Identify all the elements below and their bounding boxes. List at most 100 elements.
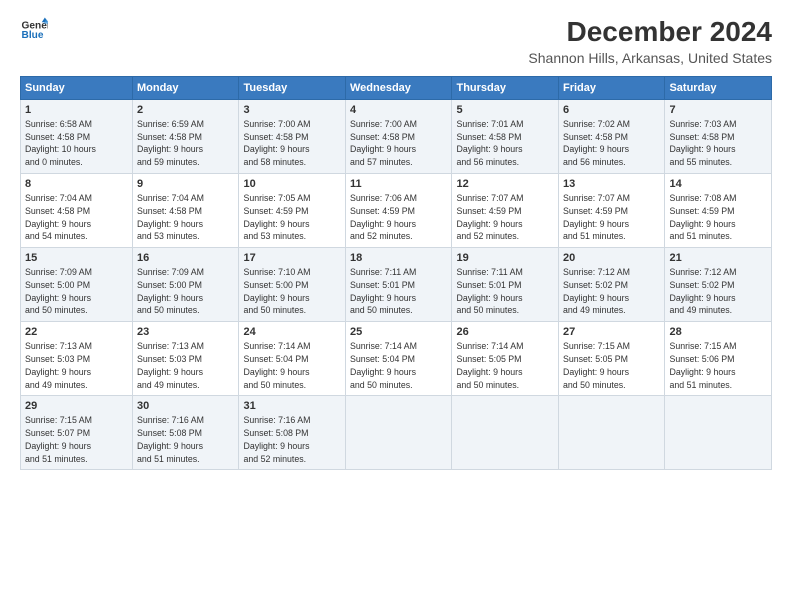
day-cell: 15Sunrise: 7:09 AMSunset: 5:00 PMDayligh… <box>21 248 133 322</box>
header-row: Sunday Monday Tuesday Wednesday Thursday… <box>21 77 772 100</box>
day-cell: 3Sunrise: 7:00 AMSunset: 4:58 PMDaylight… <box>239 100 346 174</box>
day-number: 14 <box>669 177 767 192</box>
day-cell: 28Sunrise: 7:15 AMSunset: 5:06 PMDayligh… <box>665 322 772 396</box>
day-info: Sunrise: 7:15 AMSunset: 5:06 PMDaylight:… <box>669 341 736 389</box>
day-info: Sunrise: 7:09 AMSunset: 5:00 PMDaylight:… <box>137 267 204 315</box>
day-number: 18 <box>350 251 448 266</box>
svg-text:Blue: Blue <box>22 30 44 41</box>
day-number: 7 <box>669 103 767 118</box>
day-cell: 4Sunrise: 7:00 AMSunset: 4:58 PMDaylight… <box>345 100 452 174</box>
day-number: 25 <box>350 325 448 340</box>
day-cell: 13Sunrise: 7:07 AMSunset: 4:59 PMDayligh… <box>558 174 665 248</box>
col-saturday: Saturday <box>665 77 772 100</box>
col-tuesday: Tuesday <box>239 77 346 100</box>
day-cell <box>345 396 452 470</box>
day-info: Sunrise: 7:07 AMSunset: 4:59 PMDaylight:… <box>563 193 630 241</box>
day-number: 3 <box>243 103 341 118</box>
title-block: December 2024 Shannon Hills, Arkansas, U… <box>528 16 772 66</box>
col-sunday: Sunday <box>21 77 133 100</box>
day-number: 12 <box>456 177 554 192</box>
day-info: Sunrise: 7:16 AMSunset: 5:08 PMDaylight:… <box>243 415 310 463</box>
day-number: 8 <box>25 177 128 192</box>
col-thursday: Thursday <box>452 77 559 100</box>
day-cell: 22Sunrise: 7:13 AMSunset: 5:03 PMDayligh… <box>21 322 133 396</box>
day-number: 28 <box>669 325 767 340</box>
calendar-table: Sunday Monday Tuesday Wednesday Thursday… <box>20 76 772 470</box>
day-info: Sunrise: 7:06 AMSunset: 4:59 PMDaylight:… <box>350 193 417 241</box>
day-info: Sunrise: 7:02 AMSunset: 4:58 PMDaylight:… <box>563 119 630 167</box>
day-number: 19 <box>456 251 554 266</box>
day-info: Sunrise: 7:10 AMSunset: 5:00 PMDaylight:… <box>243 267 310 315</box>
day-number: 15 <box>25 251 128 266</box>
day-cell: 5Sunrise: 7:01 AMSunset: 4:58 PMDaylight… <box>452 100 559 174</box>
day-info: Sunrise: 7:13 AMSunset: 5:03 PMDaylight:… <box>25 341 92 389</box>
calendar-page: General Blue December 2024 Shannon Hills… <box>0 0 792 612</box>
day-cell: 14Sunrise: 7:08 AMSunset: 4:59 PMDayligh… <box>665 174 772 248</box>
day-cell: 19Sunrise: 7:11 AMSunset: 5:01 PMDayligh… <box>452 248 559 322</box>
day-cell: 9Sunrise: 7:04 AMSunset: 4:58 PMDaylight… <box>132 174 239 248</box>
day-number: 6 <box>563 103 661 118</box>
day-cell: 29Sunrise: 7:15 AMSunset: 5:07 PMDayligh… <box>21 396 133 470</box>
day-info: Sunrise: 7:00 AMSunset: 4:58 PMDaylight:… <box>243 119 310 167</box>
day-cell: 1Sunrise: 6:58 AMSunset: 4:58 PMDaylight… <box>21 100 133 174</box>
day-info: Sunrise: 7:05 AMSunset: 4:59 PMDaylight:… <box>243 193 310 241</box>
day-cell: 6Sunrise: 7:02 AMSunset: 4:58 PMDaylight… <box>558 100 665 174</box>
day-info: Sunrise: 6:59 AMSunset: 4:58 PMDaylight:… <box>137 119 204 167</box>
day-cell: 25Sunrise: 7:14 AMSunset: 5:04 PMDayligh… <box>345 322 452 396</box>
day-info: Sunrise: 7:00 AMSunset: 4:58 PMDaylight:… <box>350 119 417 167</box>
day-cell: 17Sunrise: 7:10 AMSunset: 5:00 PMDayligh… <box>239 248 346 322</box>
day-number: 17 <box>243 251 341 266</box>
day-number: 1 <box>25 103 128 118</box>
day-cell: 24Sunrise: 7:14 AMSunset: 5:04 PMDayligh… <box>239 322 346 396</box>
day-info: Sunrise: 7:15 AMSunset: 5:05 PMDaylight:… <box>563 341 630 389</box>
day-number: 27 <box>563 325 661 340</box>
day-info: Sunrise: 7:07 AMSunset: 4:59 PMDaylight:… <box>456 193 523 241</box>
day-number: 20 <box>563 251 661 266</box>
day-number: 22 <box>25 325 128 340</box>
day-cell: 10Sunrise: 7:05 AMSunset: 4:59 PMDayligh… <box>239 174 346 248</box>
day-info: Sunrise: 7:11 AMSunset: 5:01 PMDaylight:… <box>456 267 522 315</box>
day-number: 2 <box>137 103 235 118</box>
day-cell: 11Sunrise: 7:06 AMSunset: 4:59 PMDayligh… <box>345 174 452 248</box>
day-info: Sunrise: 7:15 AMSunset: 5:07 PMDaylight:… <box>25 415 92 463</box>
day-cell: 7Sunrise: 7:03 AMSunset: 4:58 PMDaylight… <box>665 100 772 174</box>
day-info: Sunrise: 7:09 AMSunset: 5:00 PMDaylight:… <box>25 267 92 315</box>
day-info: Sunrise: 7:03 AMSunset: 4:58 PMDaylight:… <box>669 119 736 167</box>
day-number: 16 <box>137 251 235 266</box>
week-row-5: 29Sunrise: 7:15 AMSunset: 5:07 PMDayligh… <box>21 396 772 470</box>
day-info: Sunrise: 7:04 AMSunset: 4:58 PMDaylight:… <box>137 193 204 241</box>
day-cell: 23Sunrise: 7:13 AMSunset: 5:03 PMDayligh… <box>132 322 239 396</box>
week-row-3: 15Sunrise: 7:09 AMSunset: 5:00 PMDayligh… <box>21 248 772 322</box>
col-friday: Friday <box>558 77 665 100</box>
page-header: General Blue December 2024 Shannon Hills… <box>20 16 772 66</box>
day-info: Sunrise: 7:11 AMSunset: 5:01 PMDaylight:… <box>350 267 416 315</box>
week-row-1: 1Sunrise: 6:58 AMSunset: 4:58 PMDaylight… <box>21 100 772 174</box>
day-cell <box>558 396 665 470</box>
day-number: 31 <box>243 399 341 414</box>
day-info: Sunrise: 7:14 AMSunset: 5:04 PMDaylight:… <box>350 341 417 389</box>
day-info: Sunrise: 7:13 AMSunset: 5:03 PMDaylight:… <box>137 341 204 389</box>
day-cell: 21Sunrise: 7:12 AMSunset: 5:02 PMDayligh… <box>665 248 772 322</box>
day-number: 26 <box>456 325 554 340</box>
day-number: 5 <box>456 103 554 118</box>
col-wednesday: Wednesday <box>345 77 452 100</box>
week-row-4: 22Sunrise: 7:13 AMSunset: 5:03 PMDayligh… <box>21 322 772 396</box>
day-info: Sunrise: 7:14 AMSunset: 5:05 PMDaylight:… <box>456 341 523 389</box>
day-number: 30 <box>137 399 235 414</box>
day-info: Sunrise: 7:14 AMSunset: 5:04 PMDaylight:… <box>243 341 310 389</box>
day-info: Sunrise: 6:58 AMSunset: 4:58 PMDaylight:… <box>25 119 96 167</box>
day-info: Sunrise: 7:16 AMSunset: 5:08 PMDaylight:… <box>137 415 204 463</box>
day-cell: 31Sunrise: 7:16 AMSunset: 5:08 PMDayligh… <box>239 396 346 470</box>
day-cell <box>665 396 772 470</box>
day-cell: 20Sunrise: 7:12 AMSunset: 5:02 PMDayligh… <box>558 248 665 322</box>
day-cell: 16Sunrise: 7:09 AMSunset: 5:00 PMDayligh… <box>132 248 239 322</box>
day-cell: 30Sunrise: 7:16 AMSunset: 5:08 PMDayligh… <box>132 396 239 470</box>
subtitle: Shannon Hills, Arkansas, United States <box>528 50 772 66</box>
day-info: Sunrise: 7:01 AMSunset: 4:58 PMDaylight:… <box>456 119 523 167</box>
day-cell: 18Sunrise: 7:11 AMSunset: 5:01 PMDayligh… <box>345 248 452 322</box>
day-number: 11 <box>350 177 448 192</box>
day-number: 4 <box>350 103 448 118</box>
week-row-2: 8 Sunrise: 7:04 AMSunset: 4:58 PMDaylight… <box>21 174 772 248</box>
day-info: Sunrise: 7:12 AMSunset: 5:02 PMDaylight:… <box>563 267 630 315</box>
col-monday: Monday <box>132 77 239 100</box>
